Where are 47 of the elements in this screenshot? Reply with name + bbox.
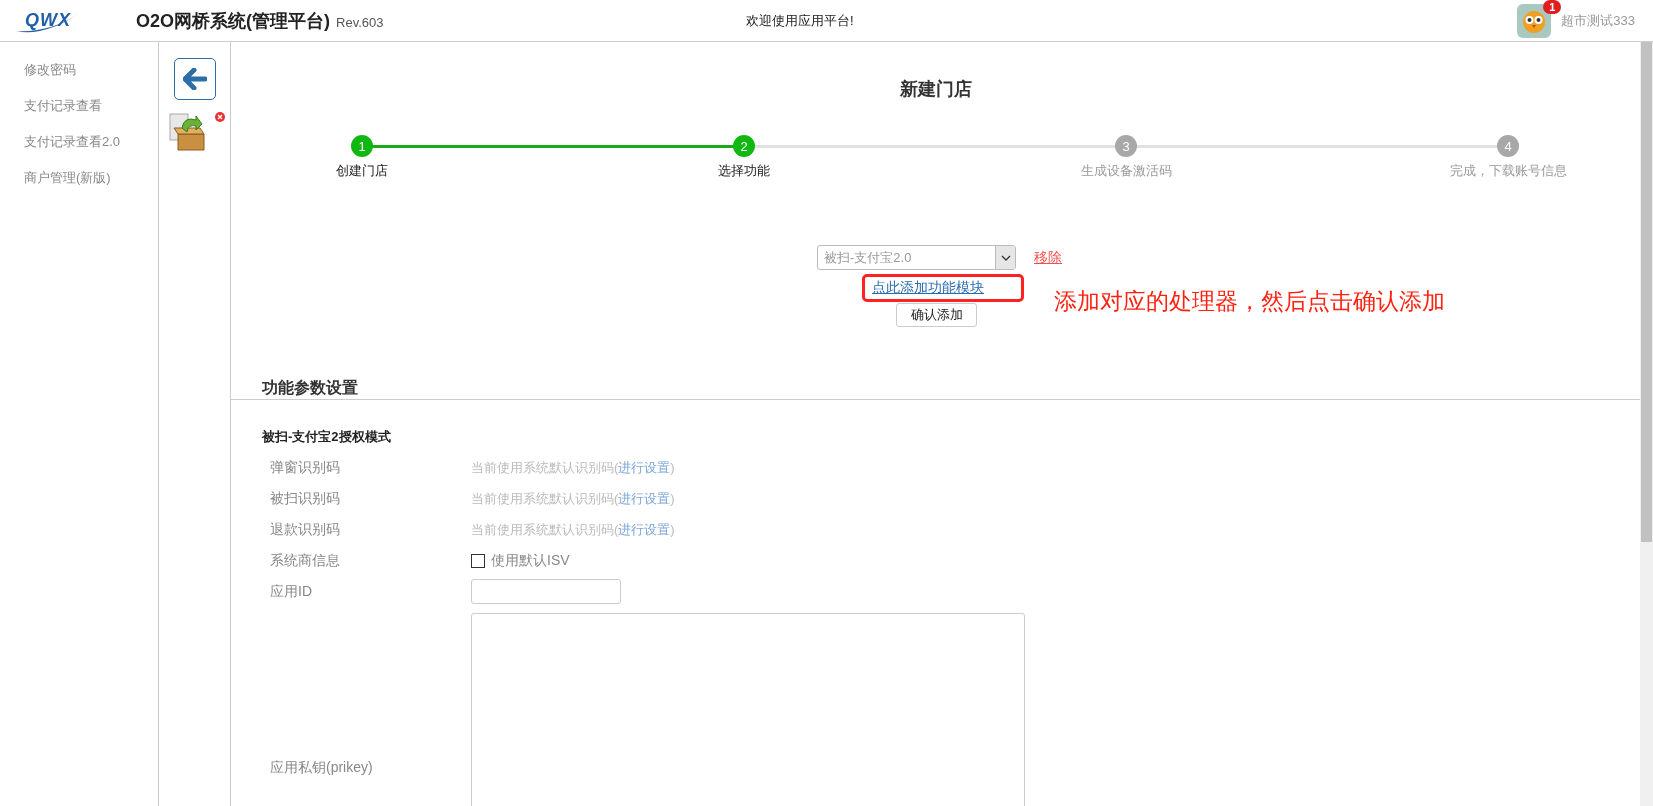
default-code-text: 当前使用系统默认识别码(进行设置) — [471, 489, 675, 508]
subsection-heading: 被扫-支付宝2授权模式 — [260, 428, 392, 446]
field-label: 系统商信息 — [269, 551, 341, 570]
scrollbar[interactable] — [1640, 42, 1653, 806]
back-button[interactable] — [173, 58, 216, 100]
step-number: 1 — [351, 135, 373, 157]
settings-link[interactable]: 进行设置 — [618, 521, 671, 537]
package-icon[interactable] — [167, 112, 208, 154]
settings-link[interactable]: 进行设置 — [618, 490, 671, 506]
field-label: 应用ID — [269, 582, 313, 601]
notification-badge: 1 — [1543, 0, 1562, 14]
default-code-text: 当前使用系统默认识别码(进行设置) — [471, 458, 675, 477]
step-label: 选择功能 — [718, 162, 770, 180]
owl-avatar-icon[interactable] — [1517, 3, 1552, 38]
caret-icon — [1000, 254, 1011, 261]
step-number: 4 — [1497, 135, 1519, 157]
field-label: 被扫识别码 — [269, 489, 341, 508]
arrow-left-icon — [182, 68, 207, 90]
confirm-add-button[interactable]: 确认添加 — [896, 303, 977, 327]
step-number: 3 — [1115, 135, 1137, 157]
sidebar-item[interactable]: 支付记录查看 — [0, 88, 158, 124]
input-field[interactable] — [471, 579, 621, 604]
field-label: 弹窗识别码 — [269, 458, 341, 477]
settings-link[interactable]: 进行设置 — [618, 459, 671, 475]
revision-text: Rev.603 — [336, 14, 384, 30]
sidebar-item[interactable]: 支付记录查看2.0 — [0, 124, 158, 160]
checkbox-label: 使用默认ISV — [491, 551, 570, 570]
section-heading: 功能参数设置 — [261, 378, 359, 398]
welcome-text: 欢迎使用应用平台! — [746, 11, 854, 30]
default-code-text: 当前使用系统默认识别码(进行设置) — [471, 520, 675, 539]
sidebar-item[interactable]: 商户管理(新版) — [0, 160, 158, 196]
add-module-link[interactable]: 点此添加功能模块 — [872, 279, 984, 297]
module-dropdown[interactable]: 被扫-支付宝2.0 — [817, 245, 1016, 270]
annotation-text: 添加对应的处理器，然后点击确认添加 — [1054, 287, 1445, 316]
page-title: 新建门店 — [898, 78, 973, 99]
field-label: 应用私钥(prikey) — [269, 759, 374, 777]
app-title: O2O网桥系统(管理平台) — [136, 9, 330, 33]
step-label: 创建门店 — [336, 162, 388, 180]
sidebar-item[interactable]: 修改密码 — [0, 52, 158, 88]
field-label: 退款识别码 — [269, 520, 341, 539]
step-label: 生成设备激活码 — [1080, 162, 1172, 180]
checkbox[interactable] — [471, 553, 485, 568]
remove-icon[interactable] — [215, 112, 225, 122]
user-name[interactable]: 超市测试333 — [1561, 11, 1635, 30]
step-label: 完成，下载账号信息 — [1449, 162, 1567, 180]
remove-link[interactable]: 移除 — [1034, 248, 1062, 267]
step-number: 2 — [733, 135, 755, 157]
